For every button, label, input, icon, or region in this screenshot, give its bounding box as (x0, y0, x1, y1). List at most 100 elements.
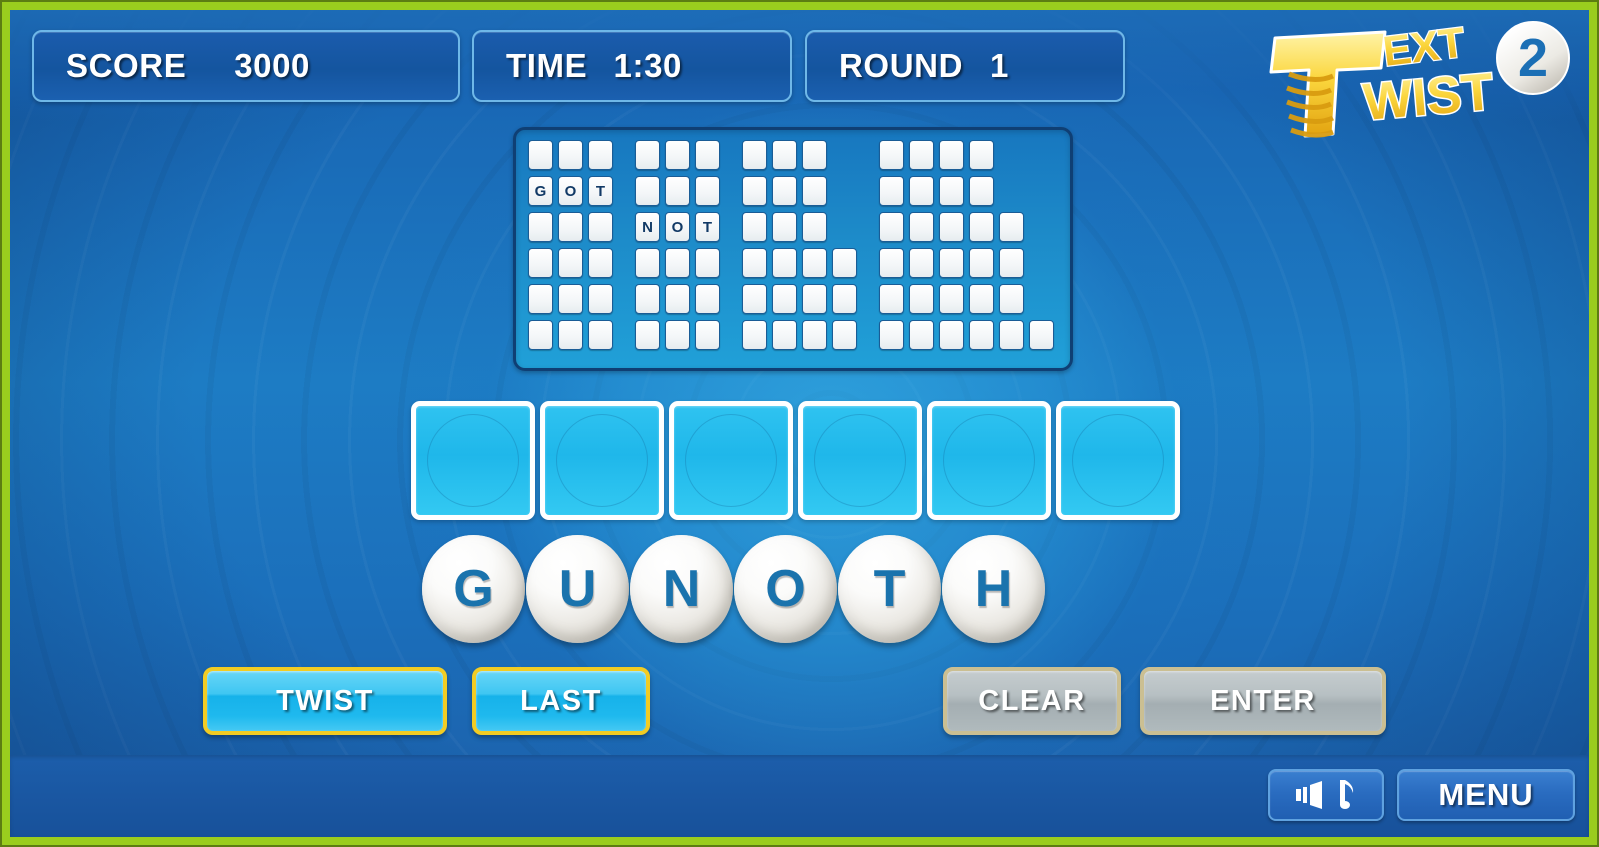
answer-slot-letter (1061, 406, 1175, 515)
letter-ball-h[interactable]: H (942, 535, 1045, 643)
word-tile (665, 320, 690, 350)
music-note-icon (1340, 780, 1354, 809)
word-column: GOT (528, 140, 613, 350)
word-tile (558, 140, 583, 170)
answer-slot[interactable] (540, 401, 664, 520)
answer-slot[interactable] (411, 401, 535, 520)
word-row (528, 212, 613, 242)
word-tile (558, 320, 583, 350)
word-tile (695, 176, 720, 206)
word-tile (802, 320, 827, 350)
letter-ball-label: G (453, 560, 494, 618)
word-tile (695, 248, 720, 278)
round-value: 1 (990, 47, 1009, 84)
answer-slot[interactable] (1056, 401, 1180, 520)
word-tile (802, 176, 827, 206)
word-row (742, 248, 857, 278)
word-tile (969, 320, 994, 350)
word-row (879, 176, 1054, 206)
word-tile: O (558, 176, 583, 206)
word-tile: G (528, 176, 553, 206)
time-value: 1:30 (613, 47, 682, 84)
word-row (528, 320, 613, 350)
word-tile (999, 284, 1024, 314)
word-row (528, 248, 613, 278)
word-row (879, 248, 1054, 278)
word-tile (1029, 320, 1054, 350)
word-tile (969, 140, 994, 170)
letter-ball-n[interactable]: N (630, 535, 733, 643)
word-tile (588, 212, 613, 242)
word-tile (635, 284, 660, 314)
word-tile (909, 284, 934, 314)
last-button[interactable]: LAST (472, 667, 650, 735)
word-tile (635, 140, 660, 170)
word-row (528, 140, 613, 170)
sound-toggle-button[interactable] (1268, 769, 1384, 821)
word-row (635, 140, 720, 170)
word-tile (909, 248, 934, 278)
word-tile (665, 284, 690, 314)
twist-button[interactable]: TWIST (203, 667, 447, 735)
word-tile: N (635, 212, 660, 242)
score-panel: SCORE 3000 (32, 30, 460, 102)
answer-slot[interactable] (927, 401, 1051, 520)
answer-slot-letter (545, 406, 659, 515)
answer-slot-letter (416, 406, 530, 515)
time-panel: TIME 1:30 (472, 30, 792, 102)
clear-button[interactable]: CLEAR (943, 667, 1121, 735)
speaker-icon (1296, 781, 1322, 809)
word-tile (879, 212, 904, 242)
time-label: TIME (506, 47, 588, 84)
word-tile (528, 140, 553, 170)
word-tile (588, 248, 613, 278)
enter-button[interactable]: ENTER (1140, 667, 1386, 735)
letter-ball-u[interactable]: U (526, 535, 629, 643)
word-tile (879, 176, 904, 206)
enter-button-label: ENTER (1210, 684, 1316, 717)
letter-ball-t[interactable]: T (838, 535, 941, 643)
status-bar: SCORE 3000 TIME 1:30 ROUND 1 EXT WIST 2 (10, 10, 1589, 138)
word-tile (832, 320, 857, 350)
word-tile (695, 140, 720, 170)
word-tile (802, 212, 827, 242)
word-tile (665, 248, 690, 278)
word-column (742, 140, 857, 350)
answer-slot[interactable] (669, 401, 793, 520)
word-tile (969, 284, 994, 314)
word-tile (939, 284, 964, 314)
menu-button[interactable]: MENU (1397, 769, 1575, 821)
word-row (879, 320, 1054, 350)
word-tile (909, 176, 934, 206)
word-tile (969, 176, 994, 206)
word-tile: T (588, 176, 613, 206)
game-viewport: SCORE 3000 TIME 1:30 ROUND 1 EXT WIST 2 … (10, 10, 1589, 837)
letter-ball-label: O (765, 560, 806, 618)
logo-badge-two: 2 (1518, 28, 1548, 88)
word-row (528, 284, 613, 314)
word-tile (832, 284, 857, 314)
word-row (635, 176, 720, 206)
word-tile (832, 248, 857, 278)
word-tile (528, 212, 553, 242)
word-tile (695, 320, 720, 350)
letter-ball-label: N (662, 560, 701, 618)
word-column (879, 140, 1054, 350)
word-column: NOT (635, 140, 720, 350)
word-tile (635, 320, 660, 350)
word-row (742, 140, 857, 170)
word-tile (879, 320, 904, 350)
word-tile (909, 140, 934, 170)
text-twist-2-logo: EXT WIST 2 (1245, 16, 1575, 141)
word-tile (635, 176, 660, 206)
word-row (879, 212, 1054, 242)
word-tile (588, 140, 613, 170)
letter-ball-g[interactable]: G (422, 535, 525, 643)
word-tile (939, 176, 964, 206)
word-tile (558, 248, 583, 278)
letter-ball-o[interactable]: O (734, 535, 837, 643)
word-tile (999, 248, 1024, 278)
answer-slot[interactable] (798, 401, 922, 520)
letter-ball-label: U (558, 560, 597, 618)
word-tile (558, 284, 583, 314)
